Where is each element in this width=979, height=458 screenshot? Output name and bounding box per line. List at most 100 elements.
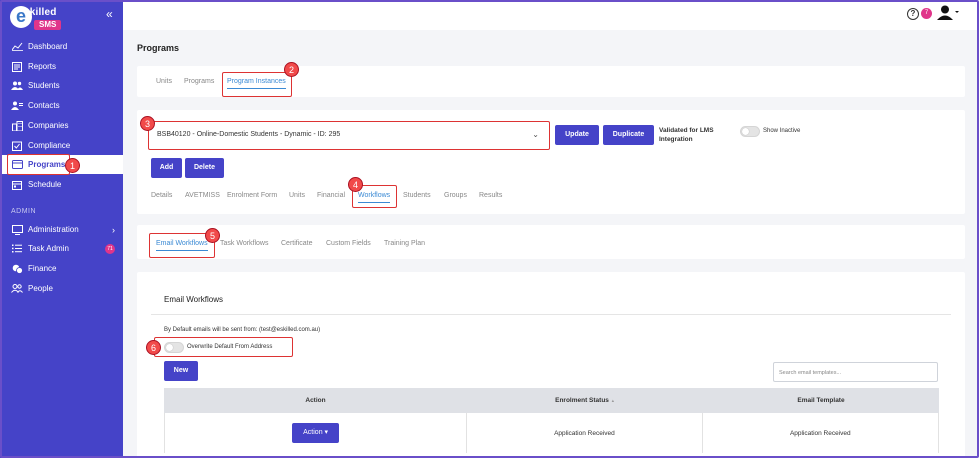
program-instance-select[interactable]: BSB40120 - Online-Domestic Students - Dy… — [151, 124, 548, 148]
sidebar-item-students[interactable]: Students — [0, 76, 123, 95]
sidebar-item-people[interactable]: People — [0, 279, 123, 298]
page-title: Programs — [137, 43, 180, 53]
show-inactive-label: Show Inactive — [763, 128, 801, 134]
sidebar-item-compliance[interactable]: Compliance — [0, 136, 123, 155]
overwrite-from-label: Overwrite Default From Address — [187, 344, 273, 350]
coins-icon — [11, 264, 23, 274]
sidebar-item-label: Task Admin — [28, 244, 69, 253]
action-cell: Action ▾ — [165, 413, 468, 453]
user-avatar-icon[interactable] — [937, 5, 959, 26]
selected-instance: BSB40120 - Online-Domestic Students - Dy… — [157, 131, 341, 138]
tab-enrolment-form[interactable]: Enrolment Form — [227, 192, 277, 199]
sidebar-item-label: Compliance — [28, 141, 71, 150]
column-header-email-template[interactable]: Email Template — [703, 388, 939, 413]
table-header: Action Enrolment Status ▲ Email Template — [164, 388, 939, 413]
callout-number-1: 1 — [65, 158, 80, 173]
report-icon — [11, 61, 23, 72]
sidebar-item-label: Schedule — [28, 180, 62, 189]
monitor-icon — [11, 224, 23, 235]
column-header-label: Enrolment Status — [555, 397, 609, 404]
tab-results[interactable]: Results — [479, 192, 502, 199]
search-email-templates-input[interactable]: Search email templates... — [773, 362, 938, 382]
show-inactive-toggle[interactable] — [740, 126, 760, 137]
help-icon[interactable]: ? — [907, 8, 919, 20]
sidebar-item-label: Companies — [28, 121, 69, 130]
contact-icon — [11, 101, 23, 111]
sidebar: e skilled SMS « Dashboard Reports Studen… — [0, 0, 123, 458]
callout-number-4: 4 — [348, 177, 363, 192]
default-from-text: By Default emails will be sent from: (te… — [164, 327, 321, 333]
task-count-badge: 71 — [105, 243, 115, 254]
clipboard-icon — [11, 141, 23, 151]
callout-number-3: 3 — [140, 116, 155, 131]
email-template-cell: Application Received — [789, 429, 851, 437]
delete-button[interactable]: Delete — [185, 158, 224, 178]
sidebar-item-label: Programs — [28, 160, 66, 169]
tab-certificate[interactable]: Certificate — [281, 240, 313, 247]
tab-programs[interactable]: Programs — [184, 78, 214, 85]
logo-badge: SMS — [34, 20, 62, 30]
program-icon — [11, 160, 23, 170]
notification-badge[interactable]: 7 — [921, 8, 932, 19]
callout-number-6: 6 — [146, 340, 161, 355]
tab-custom-fields[interactable]: Custom Fields — [326, 240, 371, 247]
tab-students[interactable]: Students — [403, 192, 431, 199]
table-row: Action ▾ Application Received Applicatio… — [164, 413, 939, 453]
sidebar-item-label: Contacts — [28, 101, 60, 110]
enrolment-status-cell: Application Received — [467, 413, 703, 453]
logo-text: skilled — [24, 7, 57, 18]
divider — [151, 314, 951, 315]
sidebar-item-label: Dashboard — [28, 42, 68, 51]
callout-number-5: 5 — [205, 228, 220, 243]
top-bar: ? 7 — [123, 0, 979, 30]
action-dropdown-button[interactable]: Action ▾ — [292, 423, 340, 443]
tab-details[interactable]: Details — [151, 192, 172, 199]
validated-lms-label-2: Integration — [659, 136, 693, 143]
duplicate-button[interactable]: Duplicate — [603, 125, 654, 145]
chevron-right-icon: › — [112, 224, 115, 235]
chart-line-icon — [11, 42, 23, 52]
tab-workflows[interactable]: Workflows — [358, 192, 391, 203]
sidebar-item-schedule[interactable]: Schedule — [0, 175, 123, 194]
sidebar-item-finance[interactable]: Finance — [0, 259, 123, 278]
column-header-enrolment-status[interactable]: Enrolment Status ▲ — [467, 388, 703, 413]
tab-financial[interactable]: Financial — [317, 192, 345, 199]
email-workflows-heading: Email Workflows — [164, 295, 223, 304]
sidebar-item-label: Students — [28, 81, 60, 90]
tab-avetmiss[interactable]: AVETMISS — [185, 192, 220, 199]
new-button[interactable]: New — [164, 361, 198, 381]
sort-icon: ▲ — [610, 398, 615, 403]
section-label-admin: ADMIN — [11, 208, 37, 215]
tab-groups[interactable]: Groups — [444, 192, 467, 199]
eskilled-logo[interactable]: e skilled SMS — [10, 6, 62, 32]
users-icon — [11, 81, 23, 91]
sidebar-item-dashboard[interactable]: Dashboard — [0, 37, 123, 56]
calendar-icon — [11, 180, 23, 190]
tab-program-instances[interactable]: Program Instances — [227, 78, 286, 89]
sidebar-item-label: Finance — [28, 264, 57, 273]
sidebar-item-label: People — [28, 284, 53, 293]
tab-task-workflows[interactable]: Task Workflows — [220, 240, 269, 247]
sidebar-item-companies[interactable]: Companies — [0, 116, 123, 135]
sidebar-item-programs[interactable]: Programs — [0, 155, 123, 174]
tab-training-plan[interactable]: Training Plan — [384, 240, 425, 247]
sidebar-item-administration[interactable]: Administration › — [0, 220, 123, 239]
tab-units[interactable]: Units — [156, 78, 172, 85]
overwrite-from-toggle[interactable] — [164, 342, 184, 353]
collapse-sidebar-icon[interactable]: « — [106, 7, 113, 21]
validated-lms-label: Validated for LMS — [659, 127, 714, 134]
update-button[interactable]: Update — [555, 125, 599, 145]
add-button[interactable]: Add — [151, 158, 182, 178]
sidebar-item-task-admin[interactable]: Task Admin 71 — [0, 239, 123, 258]
list-icon — [11, 244, 23, 254]
callout-number-2: 2 — [284, 62, 299, 77]
building-icon — [11, 120, 23, 131]
tab-email-workflows[interactable]: Email Workflows — [156, 240, 208, 251]
sidebar-item-label: Reports — [28, 62, 57, 71]
chevron-down-icon: ⌄ — [532, 130, 539, 139]
sidebar-item-reports[interactable]: Reports — [0, 57, 123, 76]
column-header-action[interactable]: Action — [164, 388, 467, 413]
sidebar-item-contacts[interactable]: Contacts — [0, 96, 123, 115]
sidebar-item-label: Administration — [28, 225, 79, 234]
tab-units-instance[interactable]: Units — [289, 192, 305, 199]
